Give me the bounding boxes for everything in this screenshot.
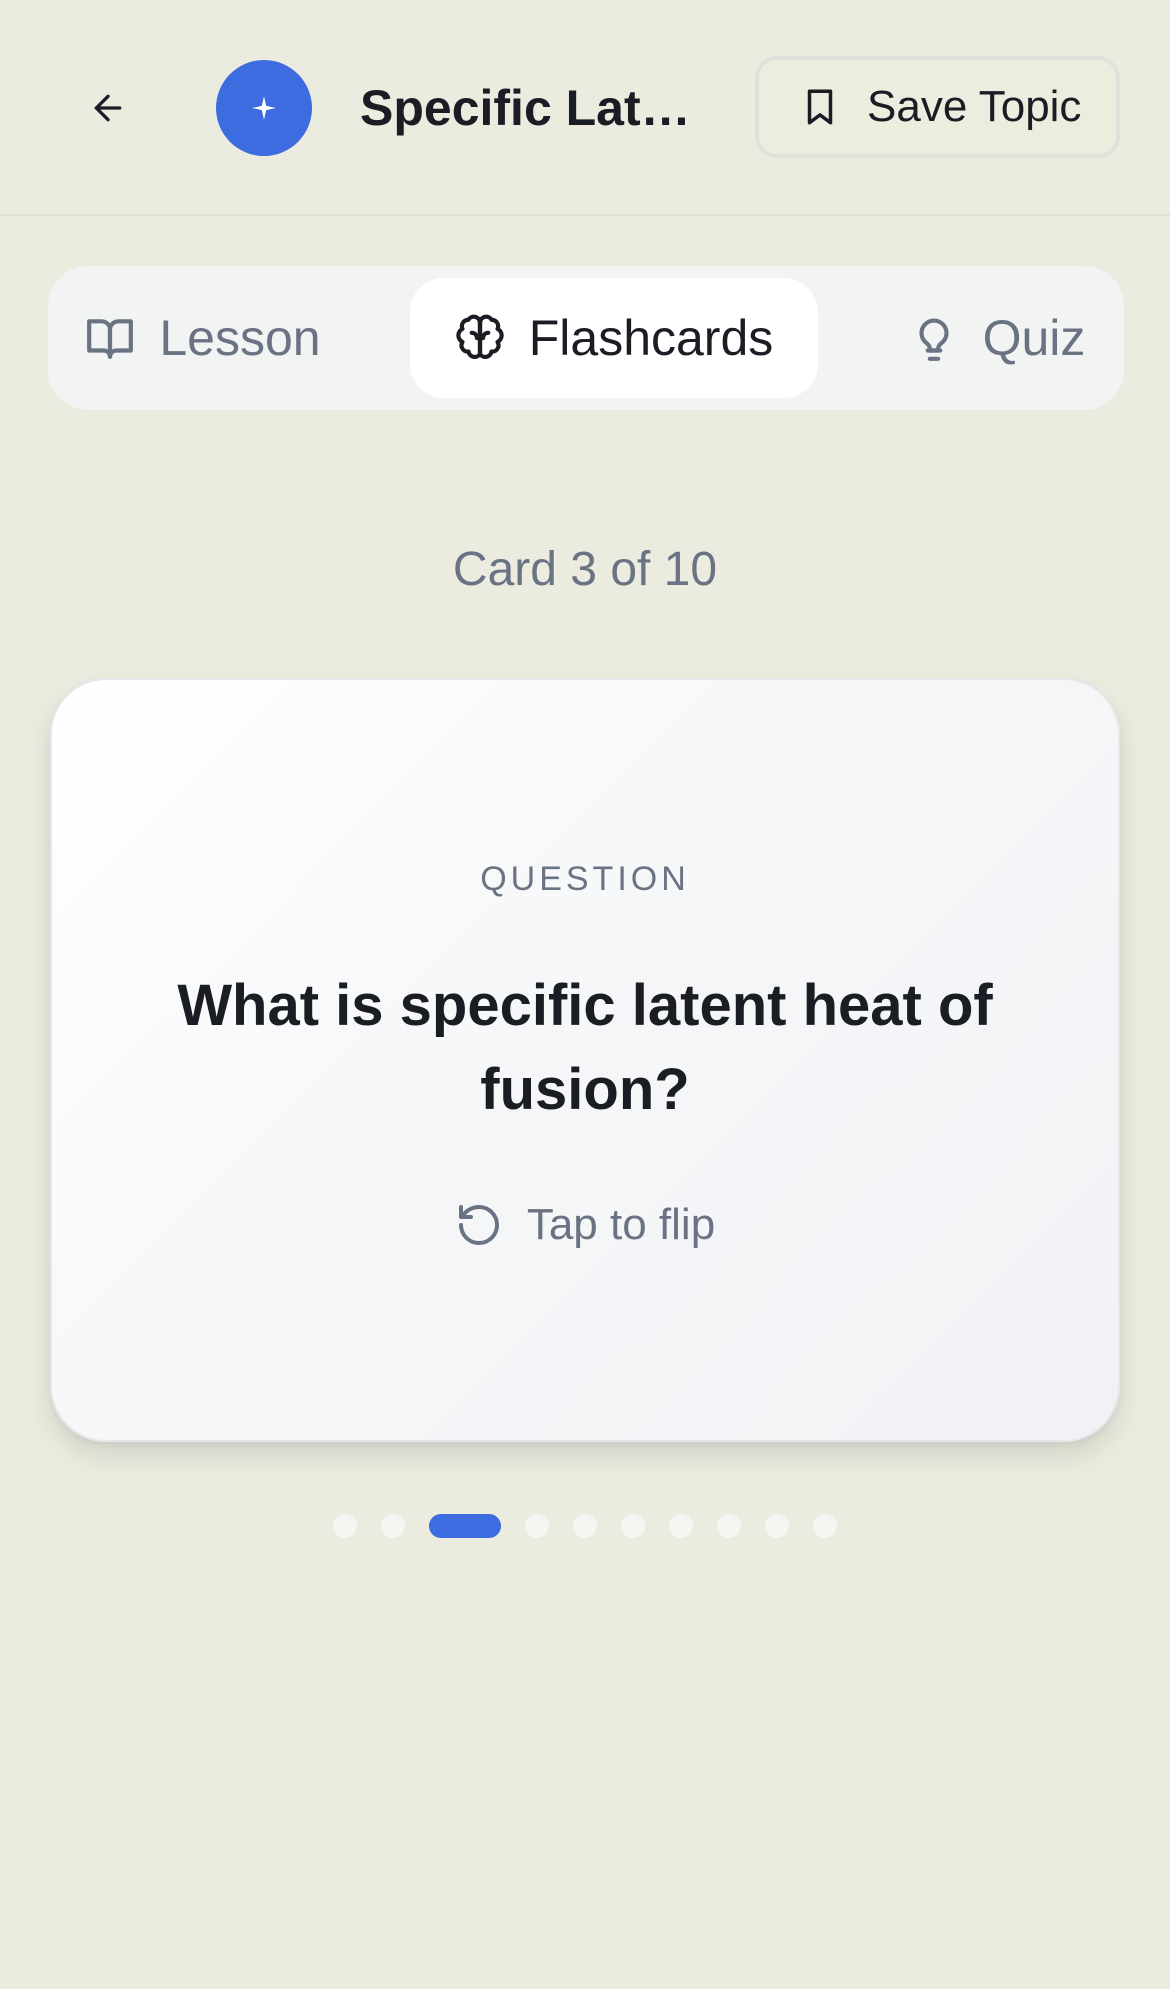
book-open-icon <box>87 319 134 359</box>
rotate-ccw-icon <box>458 1205 499 1245</box>
tab-lesson-label: Lesson <box>159 310 321 366</box>
flip-hint: Tap to flip <box>52 1200 1118 1250</box>
topic-title: Specific Latent Heat of Fusion <box>360 80 705 136</box>
pagination-dot[interactable] <box>717 1514 741 1538</box>
card-pagination <box>0 1514 1170 1538</box>
arrow-left-icon <box>94 94 122 122</box>
pagination-dot[interactable] <box>381 1514 405 1538</box>
tab-quiz[interactable]: Quiz <box>870 278 1124 398</box>
top-bar: Specific Latent Heat of Fusion Save Topi… <box>0 0 1170 216</box>
pagination-dot-active[interactable] <box>429 1514 501 1538</box>
tab-lesson[interactable]: Lesson <box>48 278 358 398</box>
back-button[interactable] <box>72 72 144 144</box>
pagination-dot[interactable] <box>525 1514 549 1538</box>
pagination-dot[interactable] <box>765 1514 789 1538</box>
pagination-dot[interactable] <box>333 1514 357 1538</box>
pagination-dot[interactable] <box>813 1514 837 1538</box>
save-topic-button[interactable]: Save Topic <box>755 56 1120 158</box>
tab-flashcards[interactable]: Flashcards <box>410 278 818 398</box>
save-topic-label: Save Topic <box>867 82 1082 131</box>
card-question: What is specific latent heat of fusion? <box>177 973 993 1122</box>
mode-tabs: Lesson Flashcards Quiz <box>48 266 1124 410</box>
lightbulb-icon <box>919 318 949 361</box>
tab-quiz-label: Quiz <box>982 310 1086 366</box>
card-side-label: QUESTION <box>480 860 690 898</box>
card-counter: Card 3 of 10 <box>452 543 718 596</box>
pagination-dot[interactable] <box>669 1514 693 1538</box>
pagination-dot[interactable] <box>621 1514 645 1538</box>
tab-flashcards-label: Flashcards <box>528 310 774 366</box>
sparkle-icon <box>252 96 276 120</box>
flip-hint-label: Tap to flip <box>526 1200 716 1249</box>
pagination-dot[interactable] <box>573 1514 597 1538</box>
brain-icon <box>456 314 504 359</box>
topic-avatar <box>216 60 312 156</box>
flashcard[interactable]: QUESTION What is specific latent heat of… <box>50 678 1120 1442</box>
bookmark-icon <box>807 89 833 125</box>
